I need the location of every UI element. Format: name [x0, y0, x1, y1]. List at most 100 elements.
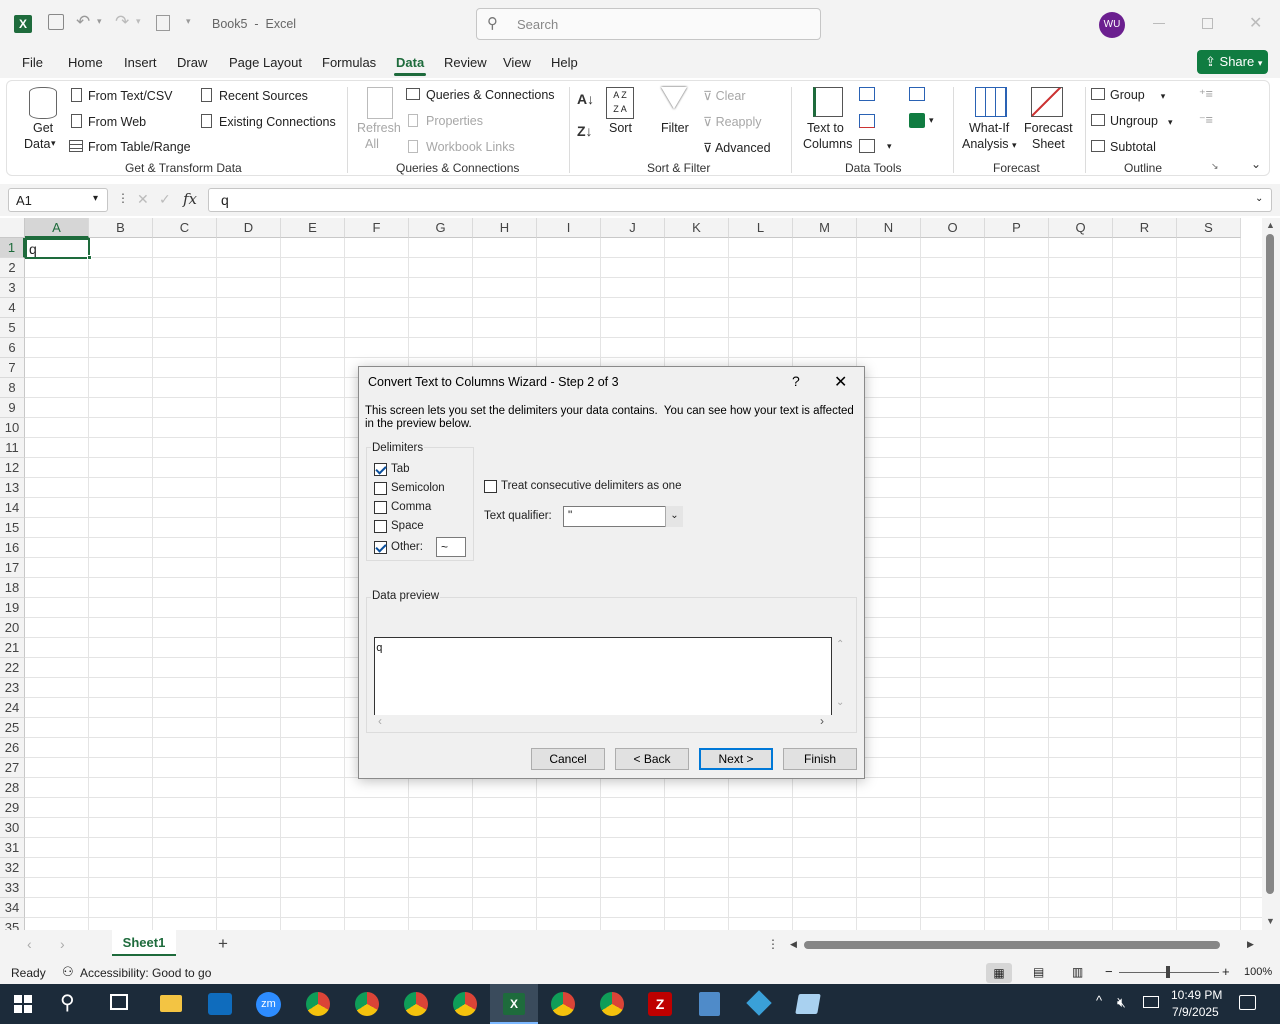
- consolidate-icon[interactable]: [909, 87, 925, 101]
- properties-button[interactable]: Properties: [408, 114, 483, 128]
- ribbon-collapse-icon[interactable]: ⌄: [1251, 157, 1261, 171]
- scroll-down-icon[interactable]: ▼: [1266, 916, 1275, 926]
- dialog-help-button[interactable]: ?: [792, 373, 800, 389]
- finish-button[interactable]: Finish: [783, 748, 857, 770]
- formula-input[interactable]: q ⌄: [208, 188, 1272, 212]
- row-header[interactable]: 13: [0, 478, 25, 498]
- task-view-icon[interactable]: [110, 994, 128, 1010]
- hide-detail-icon[interactable]: ⁻≡: [1199, 112, 1213, 127]
- column-header[interactable]: G: [409, 218, 473, 238]
- column-header[interactable]: D: [217, 218, 281, 238]
- select-all-corner[interactable]: [0, 218, 25, 238]
- search-box[interactable]: ⚲ Search: [476, 8, 821, 40]
- row-header[interactable]: 32: [0, 858, 25, 878]
- checkbox-semicolon-label[interactable]: Semicolon: [391, 482, 445, 494]
- checkbox-space[interactable]: [374, 520, 387, 533]
- row-header[interactable]: 35: [0, 918, 25, 930]
- tab-home[interactable]: Home: [68, 55, 103, 70]
- row-header[interactable]: 14: [0, 498, 25, 518]
- row-header[interactable]: 12: [0, 458, 25, 478]
- checkbox-consecutive[interactable]: [484, 480, 497, 493]
- row-header[interactable]: 9: [0, 398, 25, 418]
- name-box-dropdown-icon[interactable]: ▾: [93, 193, 98, 204]
- advanced-button[interactable]: ⊽ Advanced: [703, 140, 771, 155]
- chrome-profile-5-icon[interactable]: [551, 992, 575, 1016]
- subtotal-button[interactable]: Subtotal: [1091, 140, 1156, 154]
- column-header[interactable]: F: [345, 218, 409, 238]
- remove-duplicates-icon[interactable]: [859, 114, 875, 128]
- sort-ascending-icon[interactable]: A↓: [577, 91, 594, 107]
- forecast-sheet-label-2[interactable]: Sheet: [1032, 137, 1065, 151]
- from-text-csv-button[interactable]: From Text/CSV: [71, 88, 173, 103]
- column-header[interactable]: E: [281, 218, 345, 238]
- text-to-columns-label[interactable]: Text to: [807, 121, 844, 135]
- sort-descending-icon[interactable]: Z↓: [577, 123, 593, 139]
- row-header[interactable]: 20: [0, 618, 25, 638]
- chrome-profile-3-icon[interactable]: [404, 992, 428, 1016]
- back-button[interactable]: < Back: [615, 748, 689, 770]
- what-if-label-2[interactable]: Analysis ▾: [962, 137, 1017, 151]
- avatar[interactable]: WU: [1099, 12, 1125, 38]
- preview-area[interactable]: q: [374, 637, 832, 715]
- windows-start-icon[interactable]: [14, 995, 32, 1013]
- tab-page-layout[interactable]: Page Layout: [229, 55, 302, 70]
- clock-date[interactable]: 7/9/2025: [1172, 1005, 1219, 1019]
- row-header[interactable]: 21: [0, 638, 25, 658]
- outlook-icon[interactable]: [208, 993, 232, 1015]
- row-header[interactable]: 1: [0, 238, 25, 258]
- checkbox-other-label[interactable]: Other:: [391, 541, 423, 553]
- taskbar-search-icon[interactable]: ⚲: [60, 990, 75, 1015]
- row-header[interactable]: 17: [0, 558, 25, 578]
- ungroup-button[interactable]: Ungroup ▾: [1091, 114, 1172, 128]
- row-header[interactable]: 22: [0, 658, 25, 678]
- expand-formula-icon[interactable]: ⌄: [1255, 193, 1263, 204]
- app-diamond-icon[interactable]: [746, 990, 772, 1016]
- accessibility-status[interactable]: Accessibility: Good to go: [80, 966, 211, 980]
- row-header[interactable]: 5: [0, 318, 25, 338]
- cancel-entry-icon[interactable]: ✕: [137, 191, 149, 208]
- sort-label[interactable]: Sort: [609, 121, 632, 135]
- form-icon[interactable]: [156, 15, 170, 31]
- preview-scroll-down-icon[interactable]: ⌄: [836, 697, 844, 708]
- reapply-button[interactable]: ⊽ Reapply: [703, 114, 762, 129]
- cancel-button[interactable]: Cancel: [531, 748, 605, 770]
- redo-icon[interactable]: ↷: [115, 12, 129, 32]
- forecast-sheet-icon[interactable]: [1031, 87, 1063, 117]
- share-button[interactable]: ⇪ Share ▾: [1197, 50, 1268, 74]
- tab-draw[interactable]: Draw: [177, 55, 207, 70]
- zoom-app-icon[interactable]: zm: [256, 992, 281, 1017]
- row-header[interactable]: 15: [0, 518, 25, 538]
- column-header[interactable]: M: [793, 218, 857, 238]
- column-header[interactable]: B: [89, 218, 153, 238]
- chrome-profile-2-icon[interactable]: [355, 992, 379, 1016]
- get-data-icon[interactable]: [29, 87, 57, 119]
- tab-view[interactable]: View: [503, 55, 531, 70]
- column-header[interactable]: K: [665, 218, 729, 238]
- tab-data[interactable]: Data: [393, 55, 427, 76]
- row-header[interactable]: 7: [0, 358, 25, 378]
- close-icon[interactable]: ✕: [1249, 13, 1262, 33]
- queries-connections-button[interactable]: Queries & Connections: [406, 88, 555, 102]
- row-header[interactable]: 10: [0, 418, 25, 438]
- preview-scroll-right-icon[interactable]: ›: [820, 714, 824, 728]
- other-delimiter-input[interactable]: ~: [436, 537, 466, 557]
- manage-data-model-dropdown-icon[interactable]: ▾: [929, 115, 934, 126]
- fill-handle[interactable]: [87, 255, 92, 260]
- from-web-button[interactable]: From Web: [71, 114, 146, 129]
- row-header[interactable]: 4: [0, 298, 25, 318]
- notifications-icon[interactable]: [1239, 995, 1256, 1010]
- checkbox-comma[interactable]: [374, 501, 387, 514]
- preview-scroll-up-icon[interactable]: ⌃: [836, 639, 844, 650]
- row-header[interactable]: 28: [0, 778, 25, 798]
- zoom-level[interactable]: 100%: [1244, 966, 1272, 978]
- checkbox-semicolon[interactable]: [374, 482, 387, 495]
- scroll-up-icon[interactable]: ▲: [1266, 220, 1275, 230]
- zoom-out-icon[interactable]: −: [1105, 964, 1113, 979]
- get-data-dropdown-icon[interactable]: ▾: [51, 138, 56, 149]
- tab-file[interactable]: File: [22, 55, 43, 70]
- column-header[interactable]: O: [921, 218, 985, 238]
- from-table-range-button[interactable]: From Table/Range: [69, 140, 191, 154]
- get-data-label[interactable]: Get: [33, 121, 53, 135]
- sort-icon[interactable]: A ZZ A: [606, 87, 634, 119]
- column-header[interactable]: N: [857, 218, 921, 238]
